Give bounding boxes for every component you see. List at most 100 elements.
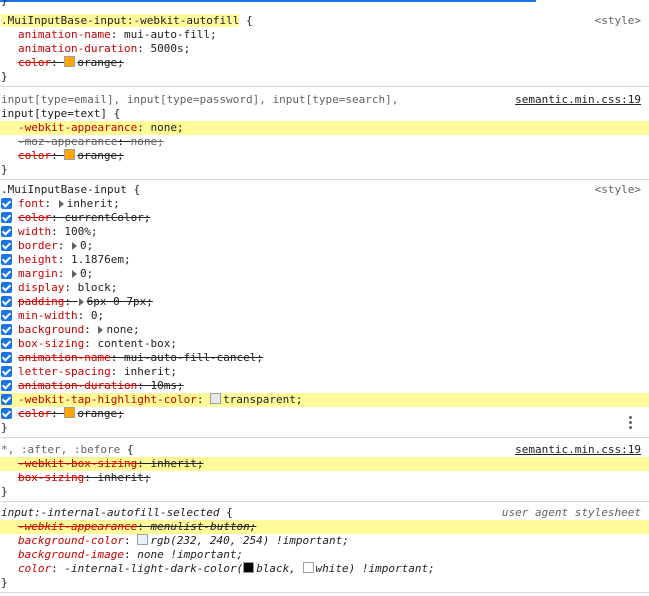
- property-name[interactable]: -webkit-tap-highlight-color: [18, 393, 197, 406]
- property-value[interactable]: mui-auto-fill;: [124, 28, 217, 41]
- selector-text[interactable]: input[type=text]: [1, 107, 107, 120]
- expand-triangle-icon[interactable]: [98, 326, 104, 334]
- selector-line[interactable]: .MuiInputBase-input {<style>: [0, 183, 649, 197]
- declaration[interactable]: display: block;: [0, 281, 649, 295]
- selector-text[interactable]: .MuiInputBase-input: [1, 183, 127, 196]
- color-swatch[interactable]: [64, 407, 76, 418]
- selector-line[interactable]: input[type=text] {: [0, 107, 649, 121]
- property-name[interactable]: box-sizing: [18, 471, 84, 484]
- color-swatch[interactable]: [210, 393, 222, 404]
- property-name[interactable]: width: [18, 225, 51, 238]
- property-name[interactable]: height: [18, 253, 58, 266]
- property-value[interactable]: none;: [150, 121, 183, 134]
- more-options-icon[interactable]: [629, 416, 632, 431]
- property-name[interactable]: min-width: [18, 309, 78, 322]
- declaration[interactable]: background-image: none !important;: [0, 548, 649, 562]
- declaration-checkbox[interactable]: [1, 212, 12, 223]
- property-value[interactable]: block;: [78, 281, 118, 294]
- property-value[interactable]: currentColor;: [64, 211, 150, 224]
- property-value[interactable]: 5000s;: [150, 42, 190, 55]
- property-name[interactable]: font: [18, 197, 45, 210]
- property-value[interactable]: inherit;: [97, 471, 150, 484]
- color-swatch[interactable]: [64, 149, 76, 160]
- property-name[interactable]: color: [18, 149, 51, 162]
- declaration-checkbox[interactable]: [1, 310, 12, 321]
- declaration[interactable]: background-color: rgb(232, 240, 254) !im…: [0, 534, 649, 548]
- declaration-checkbox[interactable]: [1, 296, 12, 307]
- property-name[interactable]: padding: [18, 295, 64, 308]
- declaration[interactable]: animation-name: mui-auto-fill-cancel;: [0, 351, 649, 365]
- property-name[interactable]: background-image: [18, 548, 124, 561]
- property-value[interactable]: transparent;: [223, 393, 302, 406]
- selector-line[interactable]: *, :after, :before {semantic.min.css:19: [0, 443, 649, 457]
- declaration[interactable]: -moz-appearance: none;: [0, 135, 649, 149]
- property-value[interactable]: menulist-button;: [150, 520, 256, 533]
- declaration[interactable]: height: 1.1876em;: [0, 253, 649, 267]
- property-name[interactable]: background: [18, 323, 84, 336]
- property-name[interactable]: box-sizing: [18, 337, 84, 350]
- property-name[interactable]: border: [18, 239, 58, 252]
- property-value[interactable]: 1.1876em;: [71, 253, 131, 266]
- property-value[interactable]: content-box;: [97, 337, 176, 350]
- declaration[interactable]: margin: 0;: [0, 267, 649, 281]
- declaration[interactable]: -webkit-appearance: menulist-button;: [0, 520, 649, 534]
- declaration[interactable]: color: orange;: [0, 149, 649, 163]
- property-name[interactable]: color: [18, 211, 51, 224]
- property-name[interactable]: -webkit-appearance: [18, 121, 137, 134]
- property-value[interactable]: none;: [106, 323, 139, 336]
- property-value[interactable]: orange;: [77, 149, 123, 162]
- source-link[interactable]: semantic.min.css:19: [515, 93, 641, 107]
- declaration[interactable]: font: inherit;: [0, 197, 649, 211]
- expand-triangle-icon[interactable]: [78, 298, 84, 306]
- property-value[interactable]: 10ms;: [150, 379, 183, 392]
- property-name[interactable]: animation-duration: [18, 42, 137, 55]
- property-name[interactable]: -moz-appearance: [18, 135, 117, 148]
- color-swatch[interactable]: [243, 562, 255, 573]
- property-value[interactable]: 0;: [91, 309, 104, 322]
- declaration-checkbox[interactable]: [1, 282, 12, 293]
- selector-line[interactable]: input[type=email], input[type=password],…: [0, 93, 649, 107]
- declaration-checkbox[interactable]: [1, 198, 12, 209]
- property-value[interactable]: 0;: [80, 239, 93, 252]
- expand-triangle-icon[interactable]: [72, 270, 77, 278]
- declaration[interactable]: -webkit-appearance: none;: [0, 121, 649, 135]
- selector-line[interactable]: .MuiInputBase-input:-webkit-autofill {<s…: [0, 14, 649, 28]
- property-value[interactable]: orange;: [77, 56, 123, 69]
- property-value[interactable]: none;: [131, 135, 164, 148]
- property-value[interactable]: 100%;: [64, 225, 97, 238]
- property-name[interactable]: display: [18, 281, 64, 294]
- selector-line[interactable]: input:-internal-autofill-selected {user …: [0, 506, 649, 520]
- property-value[interactable]: inherit;: [150, 457, 203, 470]
- declaration[interactable]: color: orange;: [0, 407, 649, 421]
- declaration[interactable]: min-width: 0;: [0, 309, 649, 323]
- expand-triangle-icon[interactable]: [58, 200, 64, 208]
- property-value[interactable]: inherit;: [67, 197, 120, 210]
- selector-text[interactable]: input[type=email], input[type=password],…: [1, 93, 398, 106]
- property-name[interactable]: animation-name: [18, 351, 111, 364]
- declaration[interactable]: border: 0;: [0, 239, 649, 253]
- declaration[interactable]: color: currentColor;: [0, 211, 649, 225]
- declaration[interactable]: box-sizing: content-box;: [0, 337, 649, 351]
- property-name[interactable]: animation-duration: [18, 379, 137, 392]
- selector-text[interactable]: .MuiInputBase-input:-webkit-autofill: [1, 14, 240, 27]
- source-link[interactable]: semantic.min.css:19: [515, 443, 641, 457]
- declaration-checkbox[interactable]: [1, 380, 12, 391]
- property-value[interactable]: black,: [256, 562, 302, 575]
- property-value[interactable]: white) !important;: [316, 562, 435, 575]
- expand-triangle-icon[interactable]: [72, 242, 77, 250]
- declaration-checkbox[interactable]: [1, 394, 12, 405]
- declaration-checkbox[interactable]: [1, 226, 12, 237]
- property-name[interactable]: margin: [18, 267, 58, 280]
- property-value[interactable]: rgb(232, 240, 254) !important;: [150, 534, 349, 547]
- declaration-checkbox[interactable]: [1, 268, 12, 279]
- declaration[interactable]: width: 100%;: [0, 225, 649, 239]
- declaration-checkbox[interactable]: [1, 352, 12, 363]
- declaration[interactable]: padding: 6px 0 7px;: [0, 295, 649, 309]
- declaration[interactable]: color: -internal-light-dark-color(black,…: [0, 562, 649, 576]
- color-swatch[interactable]: [64, 56, 76, 67]
- declaration[interactable]: -webkit-box-sizing: inherit;: [0, 457, 649, 471]
- declaration[interactable]: animation-duration: 5000s;: [0, 42, 649, 56]
- declaration-checkbox[interactable]: [1, 338, 12, 349]
- property-value[interactable]: none !important;: [137, 548, 243, 561]
- property-name[interactable]: -webkit-appearance: [18, 520, 137, 533]
